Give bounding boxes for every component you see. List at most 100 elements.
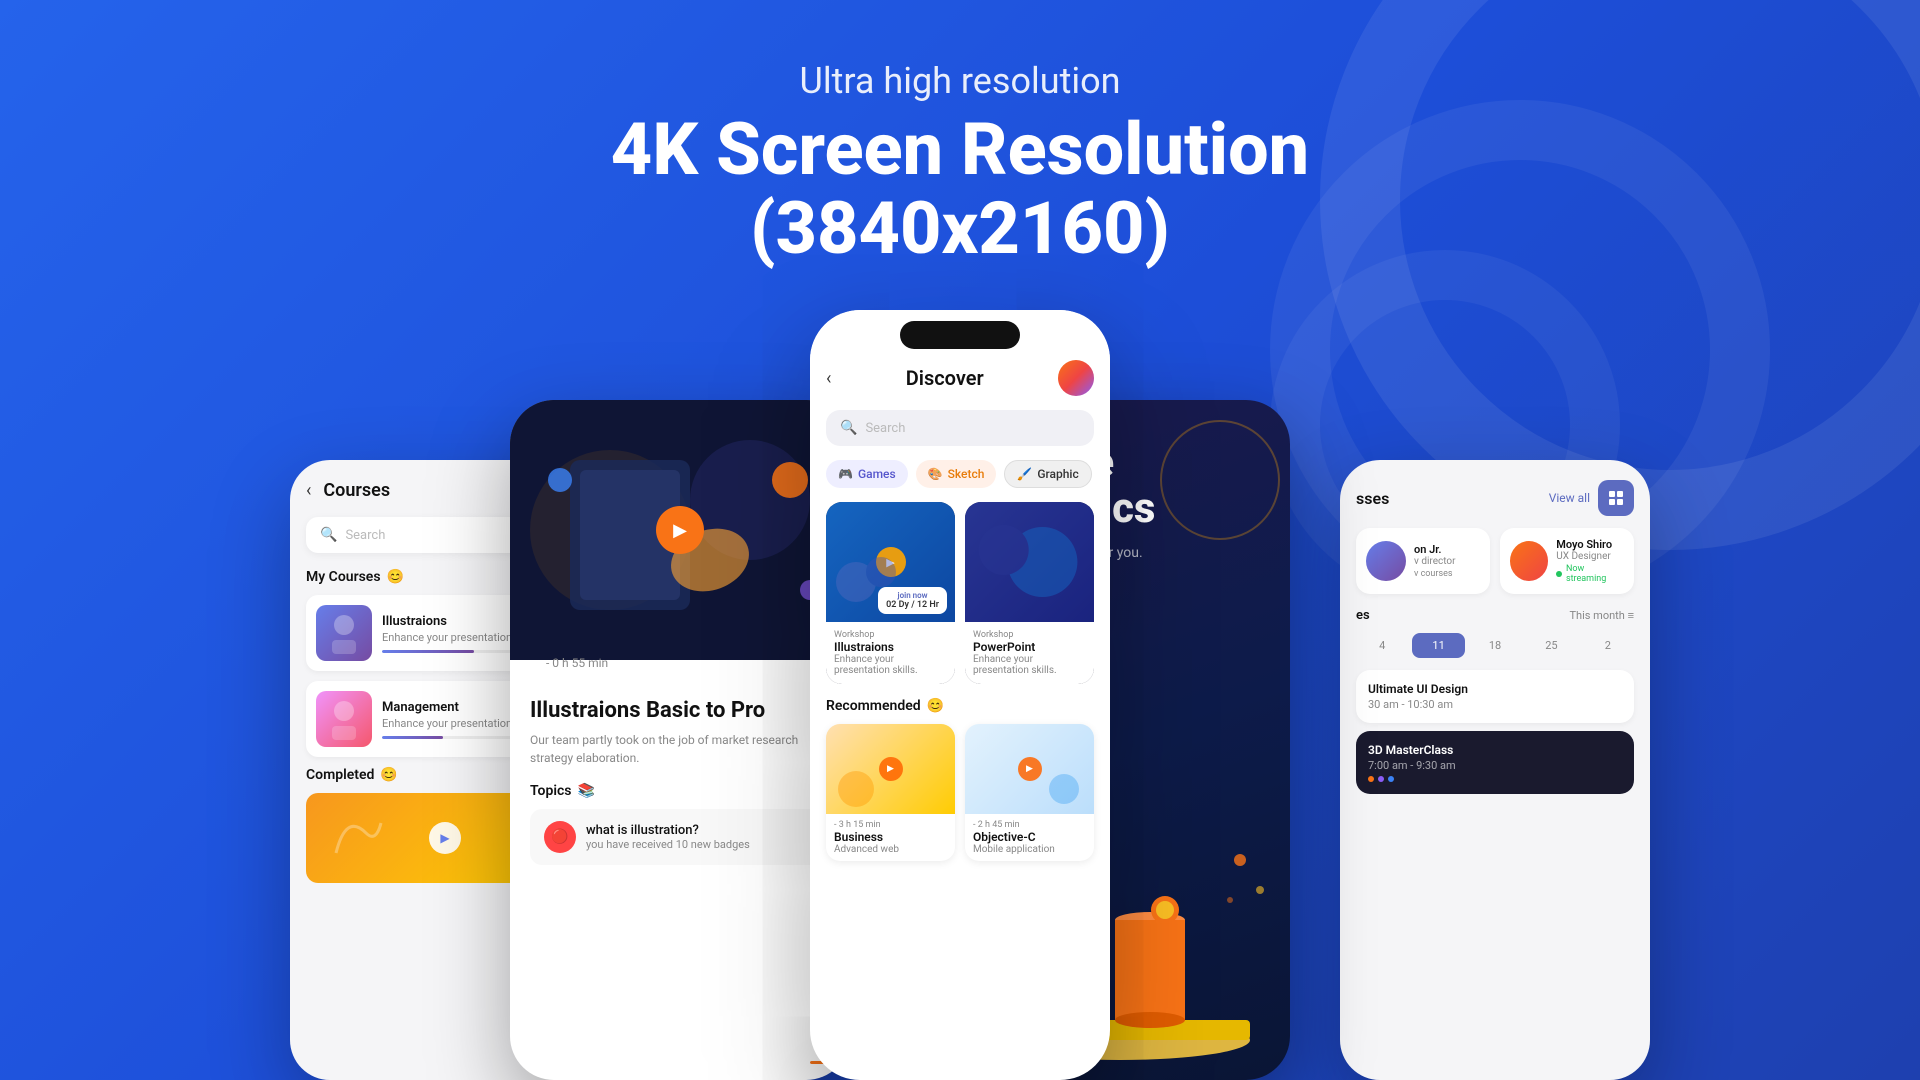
phones-container: ‹ Courses 🔍 Search My Courses 😊 — [210, 280, 1710, 1080]
search-icon: 🔍 — [320, 527, 337, 543]
rec-bg-2: ▶ — [965, 724, 1094, 814]
schedule-nav-icon[interactable] — [1598, 480, 1634, 516]
schedule-navbar: sses View all — [1356, 480, 1634, 516]
schedule-header: es This month ≡ — [1356, 608, 1634, 623]
instructor-card-2[interactable]: Moyo Shiro UX Designer Now streaming — [1500, 528, 1634, 594]
phone-schedule: sses View all — [1340, 460, 1650, 1080]
instructor-name-1: on Jr. — [1414, 543, 1456, 556]
recommended-title: Recommended 😊 — [826, 698, 1094, 714]
event-title-1: Ultimate UI Design — [1368, 682, 1622, 696]
cal-day-5[interactable]: 2 — [1582, 633, 1634, 658]
calendar-row: 4 11 18 25 2 — [1356, 633, 1634, 658]
discover-search-icon: 🔍 — [840, 420, 857, 436]
back-icon[interactable]: ‹ — [306, 480, 311, 501]
event-card-1[interactable]: Ultimate UI Design 30 am - 10:30 am — [1356, 670, 1634, 723]
rec-play-2[interactable]: ▶ — [1018, 757, 1042, 781]
topic-icon: 🔴 — [544, 821, 576, 853]
card-bg-2 — [965, 502, 1094, 622]
grid-icon — [1607, 489, 1625, 507]
course-detail-content: Illustraions Basic to Pro Our team partl… — [510, 682, 850, 881]
topic-sub: you have received 10 new badges — [586, 838, 750, 851]
discover-search-bar[interactable]: 🔍 Search — [826, 410, 1094, 446]
course-detail-title: Illustraions Basic to Pro — [530, 698, 830, 723]
dot-purple — [1378, 776, 1384, 782]
phone-discover: ‹ Discover 🔍 Search 🎮 Games 🎨 Sketch 🖌️ — [810, 310, 1110, 1080]
rec-cards-row: ▶ - 3 h 15 min Business Advanced web ▶ — [826, 724, 1094, 861]
pill-games[interactable]: 🎮 Games — [826, 460, 908, 488]
event-title-2: 3D MasterClass — [1368, 743, 1622, 757]
phone-notch — [900, 321, 1020, 349]
header-subtitle: Ultra high resolution — [611, 60, 1309, 102]
cal-day-4[interactable]: 25 — [1525, 633, 1577, 658]
card-sub-1: Enhance your presentation skills. — [834, 654, 947, 676]
play-button-completed[interactable]: ▶ — [429, 822, 461, 854]
event-dots — [1368, 776, 1622, 782]
rec-card-business[interactable]: ▶ - 3 h 15 min Business Advanced web — [826, 724, 955, 861]
course-thumb-2 — [316, 691, 372, 747]
graphic-icon: 🖌️ — [1017, 467, 1032, 481]
rec-bg-1: ▶ — [826, 724, 955, 814]
card-sub-2: Enhance your presentation skills. — [973, 654, 1086, 676]
instructor-name-2: Moyo Shiro — [1556, 538, 1624, 551]
rec-play-1[interactable]: ▶ — [879, 757, 903, 781]
rec-card-objectivec[interactable]: ▶ - 2 h 45 min Objective-C Mobile applic… — [965, 724, 1094, 861]
schedule-section-title: es — [1356, 608, 1370, 623]
view-all-link[interactable]: View all — [1549, 491, 1590, 505]
course-hero-image: ▶ — [510, 400, 850, 660]
topic-text: what is illustration? you have received … — [586, 823, 750, 851]
instructor-card-1[interactable]: on Jr. v director v courses — [1356, 528, 1490, 594]
sketch-label: Sketch — [948, 467, 985, 481]
card-title-1: Illustraions — [834, 640, 947, 654]
instructor-courses-1: v courses — [1414, 569, 1456, 579]
discover-avatar[interactable] — [1058, 360, 1094, 396]
category-pills: 🎮 Games 🎨 Sketch 🖌️ Graphic ••• — [826, 460, 1094, 488]
instructor-role-2: UX Designer — [1556, 551, 1624, 562]
card-title-2: PowerPoint — [973, 640, 1086, 654]
play-overlay[interactable]: ▶ — [656, 506, 704, 554]
courses-title: Courses — [323, 480, 390, 501]
discover-back-icon[interactable]: ‹ — [826, 368, 831, 389]
rec-info-2: - 2 h 45 min Objective-C Mobile applicat… — [965, 814, 1094, 861]
rec-duration-2: - 2 h 45 min — [973, 820, 1086, 830]
rec-sub-1: Advanced web — [834, 844, 947, 855]
pill-sketch[interactable]: 🎨 Sketch — [916, 460, 997, 488]
rec-sub-2: Mobile application — [973, 844, 1086, 855]
schedule-screen: sses View all — [1340, 460, 1650, 814]
event-time-2: 7:00 am - 9:30 am — [1368, 759, 1622, 772]
sketch-icon: 🎨 — [928, 467, 943, 481]
rec-title-1: Business — [834, 830, 947, 844]
instructor-avatar-2 — [1510, 541, 1548, 581]
analytics-deco-curve — [1160, 420, 1280, 540]
discover-cards-row: ▶ join now 02 Dy / 12 Hr Workshop Illust… — [826, 502, 1094, 684]
instructor-role-1: v director — [1414, 556, 1456, 567]
event-card-2[interactable]: 3D MasterClass 7:00 am - 9:30 am — [1356, 731, 1634, 794]
this-month-label: This month ≡ — [1569, 609, 1634, 622]
now-streaming-badge: Now streaming — [1556, 564, 1624, 584]
course-detail-desc: Our team partly took on the job of marke… — [530, 731, 830, 767]
discover-screen-content: ‹ Discover 🔍 Search 🎮 Games 🎨 Sketch 🖌️ — [810, 360, 1110, 861]
progress-fill-2 — [382, 736, 443, 739]
cal-day-3[interactable]: 18 — [1469, 633, 1521, 658]
discover-card-2[interactable]: Workshop PowerPoint Enhance your present… — [965, 502, 1094, 684]
discover-card-1[interactable]: ▶ join now 02 Dy / 12 Hr Workshop Illust… — [826, 502, 955, 684]
progress-fill-1 — [382, 650, 474, 653]
rec-duration-1: - 3 h 15 min — [834, 820, 947, 830]
discover-title: Discover — [906, 366, 984, 390]
stream-text: Now streaming — [1566, 564, 1624, 584]
pill-graphic[interactable]: 🖌️ Graphic — [1004, 460, 1091, 488]
course-thumb-1 — [316, 605, 372, 661]
cal-day-2[interactable]: 11 — [1412, 633, 1464, 658]
search-text: Search — [345, 528, 385, 543]
instructor-info-2: Moyo Shiro UX Designer Now streaming — [1556, 538, 1624, 584]
workshop-label-2: Workshop — [973, 630, 1086, 640]
stream-dot — [1556, 571, 1562, 577]
topics-title: Topics 📚 — [530, 783, 830, 799]
duration-badge: - 0 h 55 min — [546, 648, 846, 670]
topic-item[interactable]: 🔴 what is illustration? you have receive… — [530, 809, 830, 865]
card-info-2: Workshop PowerPoint Enhance your present… — [965, 622, 1094, 684]
games-icon: 🎮 — [838, 467, 853, 481]
rec-title-2: Objective-C — [973, 830, 1086, 844]
event-time-1: 30 am - 10:30 am — [1368, 698, 1622, 711]
card-bg-1: ▶ join now 02 Dy / 12 Hr — [826, 502, 955, 622]
cal-day-1[interactable]: 4 — [1356, 633, 1408, 658]
